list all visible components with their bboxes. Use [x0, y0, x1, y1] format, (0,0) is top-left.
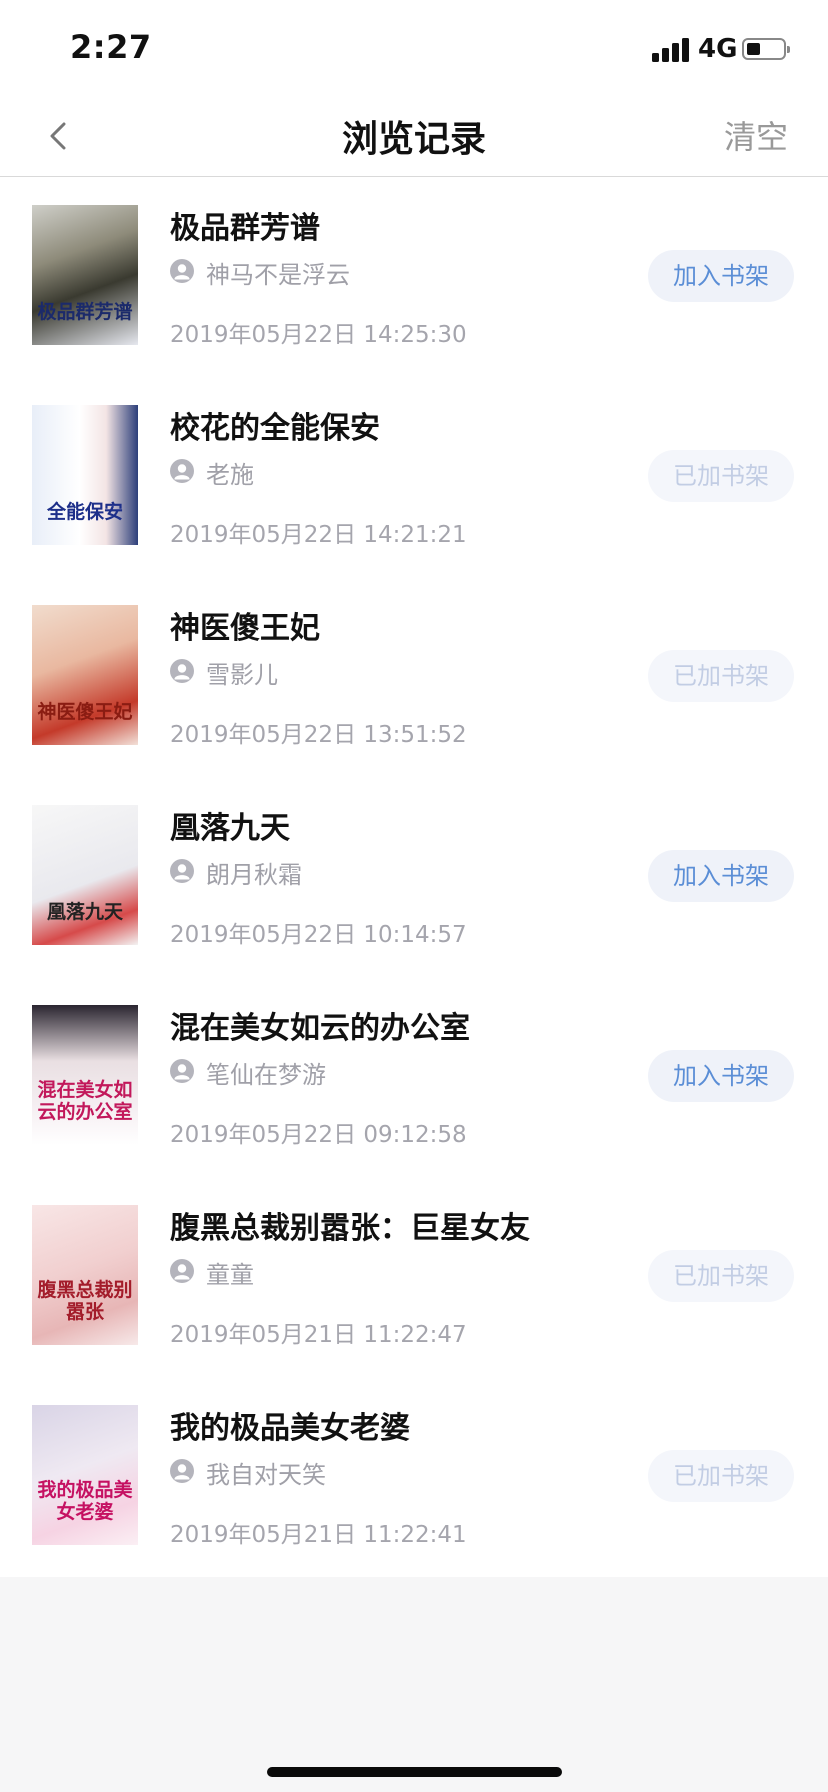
book-title[interactable]: 我的极品美女老婆 [170, 1403, 410, 1447]
author-name: 老施 [206, 461, 254, 489]
cellular-signal-icon [652, 36, 692, 62]
home-indicator[interactable] [267, 1767, 562, 1777]
book-title[interactable]: 凰落九天 [170, 803, 290, 847]
cover-art-text: 凰落九天 [46, 901, 123, 923]
book-cover-image[interactable]: 我的极品美女老婆 [32, 1405, 138, 1545]
book-cover-image[interactable]: 凰落九天 [32, 805, 138, 945]
add-to-shelf-button[interactable]: 加入书架 [648, 1050, 794, 1102]
battery-icon [742, 38, 790, 60]
author-name: 童童 [206, 1261, 254, 1289]
cover-art-text: 腹黑总裁别嚣张 [37, 1279, 133, 1323]
battery-level-fill [747, 43, 760, 55]
book-cover-image[interactable]: 极品群芳谱 [32, 205, 138, 345]
browse-timestamp: 2019年05月22日 13:51:52 [170, 722, 467, 748]
person-icon [170, 1059, 194, 1083]
book-title[interactable]: 神医傻王妃 [170, 603, 320, 647]
history-item[interactable]: 全能保安 校花的全能保安 老施 2019年05月22日 14:21:21 已加书… [0, 377, 828, 577]
history-list: 极品群芳谱 极品群芳谱 神马不是浮云 2019年05月22日 14:25:30 … [0, 177, 828, 1577]
cover-art-text: 全能保安 [46, 501, 123, 523]
person-icon [170, 1459, 194, 1483]
added-to-shelf-button: 已加书架 [648, 450, 794, 502]
book-title[interactable]: 校花的全能保安 [170, 403, 380, 447]
status-time: 2:27 [70, 28, 152, 66]
browse-timestamp: 2019年05月22日 09:12:58 [170, 1122, 467, 1148]
person-icon [170, 659, 194, 683]
person-icon [170, 459, 194, 483]
book-cover-image[interactable]: 腹黑总裁别嚣张 [32, 1205, 138, 1345]
browse-timestamp: 2019年05月21日 11:22:41 [170, 1522, 467, 1548]
browse-timestamp: 2019年05月22日 14:25:30 [170, 322, 467, 348]
history-item[interactable]: 极品群芳谱 极品群芳谱 神马不是浮云 2019年05月22日 14:25:30 … [0, 177, 828, 377]
added-to-shelf-button: 已加书架 [648, 1450, 794, 1502]
browse-timestamp: 2019年05月22日 10:14:57 [170, 922, 467, 948]
cover-art-text: 神医傻王妃 [37, 701, 133, 723]
book-title[interactable]: 极品群芳谱 [170, 203, 320, 247]
add-to-shelf-button[interactable]: 加入书架 [648, 250, 794, 302]
cover-art-text: 我的极品美女老婆 [37, 1479, 133, 1523]
book-title[interactable]: 腹黑总裁别嚣张：巨星女友 [170, 1203, 530, 1247]
browse-timestamp: 2019年05月21日 11:22:47 [170, 1322, 467, 1348]
browse-history-screen: 2:27 4G 浏览记录 清空 极品群芳谱 极品群芳谱 神马不是浮云 2019年… [0, 0, 828, 1792]
cover-art-text: 极品群芳谱 [37, 301, 133, 323]
history-item[interactable]: 腹黑总裁别嚣张 腹黑总裁别嚣张：巨星女友 童童 2019年05月21日 11:2… [0, 1177, 828, 1377]
author-name: 我自对天笑 [206, 1461, 326, 1489]
status-bar: 2:27 4G [0, 0, 828, 96]
author-name: 朗月秋霜 [206, 861, 302, 889]
book-title[interactable]: 混在美女如云的办公室 [170, 1003, 470, 1047]
network-type-label: 4G [698, 34, 738, 64]
history-item[interactable]: 凰落九天 凰落九天 朗月秋霜 2019年05月22日 10:14:57 加入书架 [0, 777, 828, 977]
person-icon [170, 1259, 194, 1283]
browse-timestamp: 2019年05月22日 14:21:21 [170, 522, 467, 548]
clear-history-button[interactable]: 清空 [724, 112, 788, 158]
author-name: 笔仙在梦游 [206, 1061, 326, 1089]
added-to-shelf-button: 已加书架 [648, 650, 794, 702]
author-name: 雪影儿 [206, 661, 278, 689]
history-item[interactable]: 我的极品美女老婆 我的极品美女老婆 我自对天笑 2019年05月21日 11:2… [0, 1377, 828, 1577]
history-item[interactable]: 神医傻王妃 神医傻王妃 雪影儿 2019年05月22日 13:51:52 已加书… [0, 577, 828, 777]
page-title: 浏览记录 [341, 119, 486, 160]
person-icon [170, 859, 194, 883]
added-to-shelf-button: 已加书架 [648, 1250, 794, 1302]
add-to-shelf-button[interactable]: 加入书架 [648, 850, 794, 902]
person-icon [170, 259, 194, 283]
book-cover-image[interactable]: 混在美女如云的办公室 [32, 1005, 138, 1145]
author-name: 神马不是浮云 [206, 261, 350, 289]
book-cover-image[interactable]: 神医傻王妃 [32, 605, 138, 745]
book-cover-image[interactable]: 全能保安 [32, 405, 138, 545]
nav-bar: 浏览记录 清空 [0, 96, 828, 177]
cover-art-text: 混在美女如云的办公室 [37, 1079, 133, 1123]
history-item[interactable]: 混在美女如云的办公室 混在美女如云的办公室 笔仙在梦游 2019年05月22日 … [0, 977, 828, 1177]
